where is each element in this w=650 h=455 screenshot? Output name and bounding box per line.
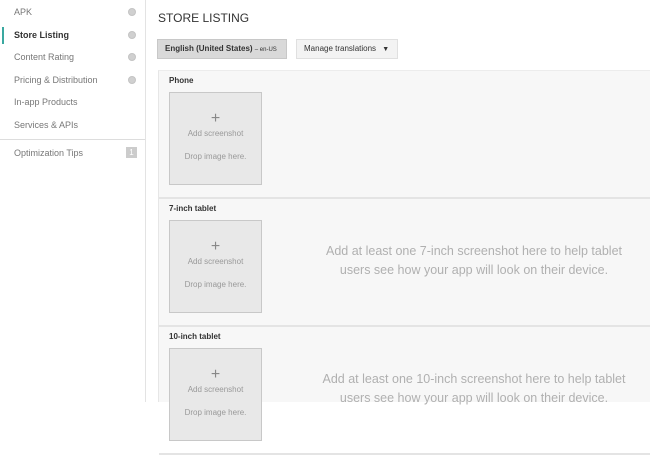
divider (0, 139, 145, 140)
sidebar-item-store-listing[interactable]: Store Listing (0, 24, 145, 47)
caret-down-icon: ▼ (382, 46, 390, 53)
sidebar-item-services-apis[interactable]: Services & APIs (0, 114, 145, 137)
manage-translations-label: Manage translations (304, 44, 377, 53)
language-code: – en-US (254, 47, 277, 53)
check-circle-icon (128, 30, 136, 39)
add-screenshot-label: Add screenshot (187, 385, 244, 394)
sidebar-item-label: Content Rating (14, 52, 75, 62)
plus-icon: + (210, 110, 221, 127)
add-screenshot-dropzone[interactable]: + Add screenshot Drop image here. (169, 220, 262, 313)
plus-icon: + (210, 366, 221, 383)
manage-translations-button[interactable]: Manage translations ▼ (296, 39, 398, 59)
section-label: 10-inch tablet (169, 332, 221, 341)
add-screenshot-label: Add screenshot (187, 257, 244, 266)
drop-hint: Drop image here. (184, 408, 247, 417)
sidebar-item-label: In-app Products (14, 97, 78, 107)
check-circle-icon (128, 8, 136, 16)
sidebar-item-pricing-distribution[interactable]: Pricing & Distribution (0, 69, 145, 92)
sidebar-item-content-rating[interactable]: Content Rating (0, 46, 145, 69)
section-label: Phone (169, 76, 194, 85)
tablet-hint-message: Add at least one 10-inch screenshot here… (322, 372, 626, 405)
count-badge: 1 (126, 147, 137, 158)
sidebar-item-apk[interactable]: APK (0, 1, 145, 24)
sidebar-item-label: Pricing & Distribution (14, 74, 98, 85)
sidebar-item-label: Services & APIs (14, 119, 79, 130)
sidebar-item-label: APK (14, 7, 33, 17)
page-title: STORE LISTING (158, 11, 250, 25)
tablet-hint-message: Add at least one 7-inch screenshot here … (325, 244, 623, 277)
add-screenshot-label: Add screenshot (187, 129, 244, 138)
language-button[interactable]: English (United States) – en-US (157, 39, 287, 59)
drop-hint: Drop image here. (184, 280, 247, 289)
section-7-inch-tablet: 7-inch tablet + Add screenshot Drop imag… (159, 199, 650, 327)
section-phone: Phone + Add screenshot Drop image here. (159, 71, 650, 199)
plus-icon: + (210, 238, 221, 255)
sidebar: APK Store Listing Content Rating Pricing… (0, 0, 146, 402)
screenshots-panel: Phone + Add screenshot Drop image here. … (158, 70, 650, 455)
drop-hint: Drop image here. (184, 152, 247, 161)
check-circle-icon (128, 75, 136, 84)
sidebar-item-label: Store Listing (14, 29, 70, 40)
sidebar-item-label: Optimization Tips (14, 148, 84, 158)
main-content: STORE LISTING English (United States) – … (146, 0, 650, 455)
sidebar-item-in-app-products[interactable]: In-app Products (0, 91, 145, 114)
section-label: 7-inch tablet (169, 204, 217, 213)
check-circle-icon (128, 53, 136, 61)
sidebar-item-optimization-tips[interactable]: Optimization Tips 1 (0, 142, 145, 165)
add-screenshot-dropzone[interactable]: + Add screenshot Drop image here. (169, 348, 262, 441)
section-10-inch-tablet: 10-inch tablet + Add screenshot Drop ima… (159, 327, 650, 455)
language-label: English (United States) (165, 44, 253, 53)
add-screenshot-dropzone[interactable]: + Add screenshot Drop image here. (169, 92, 262, 185)
